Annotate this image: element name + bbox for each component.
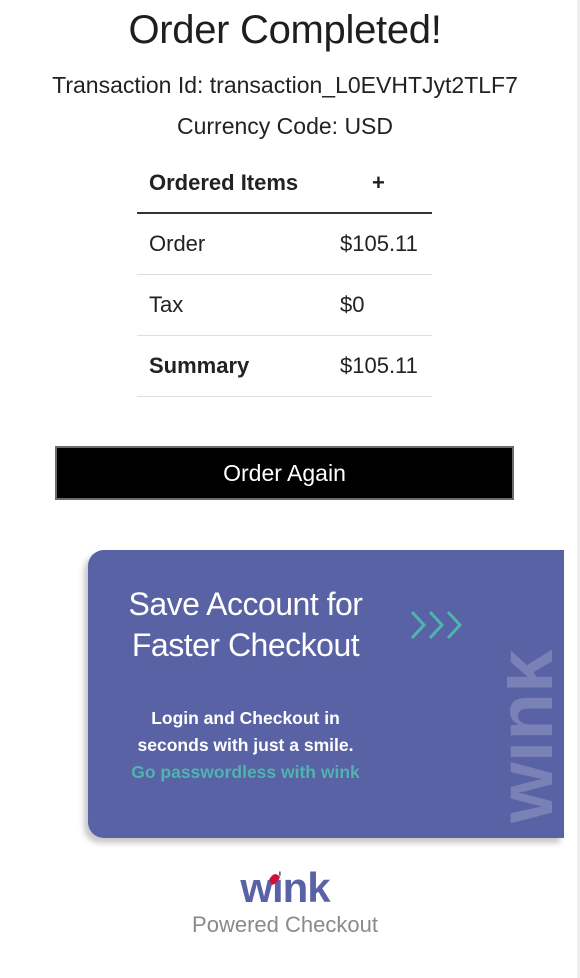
ordered-items-table: Ordered Items + Order $105.11 Tax $0 Sum… [137, 154, 432, 397]
wink-watermark-text: wink [507, 649, 564, 824]
promo-title-line2: Faster Checkout [131, 627, 360, 663]
row-label-order: Order [137, 213, 328, 275]
page-title: Order Completed! [128, 8, 442, 52]
currency-code: Currency Code: USD [176, 113, 394, 139]
row-label-tax: Tax [137, 274, 328, 336]
passwordless-link[interactable]: Go passwordless with wink [88, 759, 403, 786]
ordered-items-header: Ordered Items [137, 154, 328, 214]
wink-logo: wink [239, 868, 332, 910]
powered-checkout-caption: Powered Checkout [192, 912, 378, 937]
row-label-summary: Summary [137, 335, 328, 397]
order-again-button[interactable]: Order Again [55, 446, 514, 500]
table-row: Tax $0 [137, 274, 432, 336]
table-row: Order $105.11 [137, 213, 432, 275]
plus-icon[interactable]: + [328, 154, 432, 214]
wink-logo-text: wink [239, 868, 331, 910]
row-value-summary: $105.11 [328, 335, 432, 397]
row-value-order: $105.11 [328, 213, 432, 275]
table-row: Summary $105.11 [137, 335, 432, 397]
promo-description: Login and Checkout in seconds with just … [88, 705, 403, 786]
promo-body-line1: Login and Checkout in [151, 708, 340, 728]
chevrons-right-icon [410, 610, 463, 640]
wink-promo-banner[interactable]: wink Save Account for Faster Checkout Lo… [88, 550, 564, 838]
wink-watermark-logo: wink [507, 649, 564, 824]
table-header-row: Ordered Items + [137, 154, 432, 214]
promo-title: Save Account for Faster Checkout [88, 584, 403, 666]
transaction-id: Transaction Id: transaction_L0EVHTJyt2TL… [52, 72, 518, 98]
row-value-tax: $0 [328, 274, 432, 336]
promo-body-line2: seconds with just a smile. [137, 735, 354, 755]
promo-title-line1: Save Account for [128, 586, 363, 622]
